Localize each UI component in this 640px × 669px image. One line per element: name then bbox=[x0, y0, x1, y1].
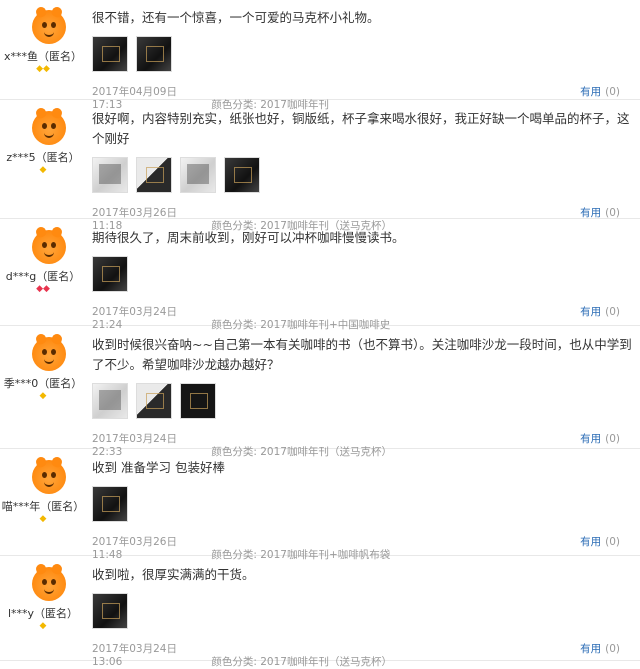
reviewer: d***g（匿名） ◆◆ bbox=[0, 224, 86, 304]
reviewer: l***y（匿名） ◆ bbox=[0, 561, 86, 641]
review-item: d***g（匿名） ◆◆ 期待很久了，周末前收到，刚好可以冲杯咖啡慢慢读书。 2… bbox=[0, 220, 640, 331]
helpful-label: 有用 bbox=[580, 306, 602, 318]
review-photo-thumbnail[interactable] bbox=[136, 383, 172, 419]
reputation-gem-icon: ◆ bbox=[39, 621, 47, 631]
reviewer-name: 季***0（匿名） bbox=[3, 377, 83, 390]
review-photos bbox=[92, 383, 224, 421]
reviewer: x***鱼（匿名） ◆◆ bbox=[0, 4, 86, 84]
reviewer: 季***0（匿名） ◆ bbox=[0, 331, 86, 411]
review-photo-thumbnail[interactable] bbox=[180, 383, 216, 419]
reviewer: z***5（匿名） ◆ bbox=[0, 105, 86, 185]
reviewer-name: d***g（匿名） bbox=[5, 270, 81, 283]
helpful-button[interactable]: 有用 (0) bbox=[580, 205, 620, 220]
review-date: 2017年03月24日 13:06 bbox=[92, 643, 177, 668]
review-text: 收到时候很兴奋呐~~自己第一本有关咖啡的书（也不算书）。关注咖啡沙龙一段时间，也… bbox=[92, 337, 632, 372]
review-list: x***鱼（匿名） ◆◆ 很不错，还有一个惊喜，一个可爱的马克杯小礼物。 201… bbox=[0, 0, 640, 668]
review-item: l***y（匿名） ◆ 收到啦，很厚实满满的干货。 2017年03月24日 13… bbox=[0, 557, 640, 668]
review-text: 很好啊，内容特别充实，纸张也好，铜版纸，杯子拿来喝水很好，我正好缺一个喝单品的杯… bbox=[92, 111, 630, 146]
helpful-count: (0) bbox=[605, 306, 620, 318]
helpful-count: (0) bbox=[605, 86, 620, 98]
reviewer-name: x***鱼（匿名） bbox=[3, 50, 82, 63]
review-meta: 2017年03月24日 13:06 颜色分类: 2017咖啡年刊（送马克杯） bbox=[92, 641, 632, 669]
helpful-count: (0) bbox=[605, 643, 620, 655]
reputation-gem-icon: ◆ bbox=[39, 391, 47, 401]
avatar[interactable] bbox=[32, 455, 66, 494]
review-photos bbox=[92, 486, 136, 524]
helpful-button[interactable]: 有用 (0) bbox=[580, 534, 620, 549]
review-text: 期待很久了，周末前收到，刚好可以冲杯咖啡慢慢读书。 bbox=[92, 230, 405, 245]
review-text: 很不错，还有一个惊喜，一个可爱的马克杯小礼物。 bbox=[92, 10, 380, 25]
review-photo-thumbnail[interactable] bbox=[92, 486, 128, 522]
review-photos bbox=[92, 157, 268, 195]
helpful-button[interactable]: 有用 (0) bbox=[580, 84, 620, 99]
review-photo-thumbnail[interactable] bbox=[92, 256, 128, 292]
helpful-count: (0) bbox=[605, 536, 620, 548]
color-category-value: 2017咖啡年刊（送马克杯） bbox=[260, 656, 392, 668]
review-photo-thumbnail[interactable] bbox=[136, 157, 172, 193]
review-photo-thumbnail[interactable] bbox=[180, 157, 216, 193]
reviewer-name: l***y（匿名） bbox=[7, 607, 79, 620]
helpful-button[interactable]: 有用 (0) bbox=[580, 431, 620, 446]
reputation-gem-icon: ◆ bbox=[39, 165, 47, 175]
review-photo-thumbnail[interactable] bbox=[92, 157, 128, 193]
reviewer-name: z***5（匿名） bbox=[6, 151, 80, 164]
review-item: z***5（匿名） ◆ 很好啊，内容特别充实，纸张也好，铜版纸，杯子拿来喝水很好… bbox=[0, 101, 640, 232]
avatar[interactable] bbox=[32, 5, 66, 44]
review-photo-thumbnail[interactable] bbox=[92, 36, 128, 72]
review-photo-thumbnail[interactable] bbox=[92, 593, 128, 629]
review-photos bbox=[92, 256, 136, 294]
helpful-label: 有用 bbox=[580, 643, 602, 655]
review-item: x***鱼（匿名） ◆◆ 很不错，还有一个惊喜，一个可爱的马克杯小礼物。 201… bbox=[0, 0, 640, 111]
avatar[interactable] bbox=[32, 332, 66, 371]
avatar[interactable] bbox=[32, 225, 66, 264]
review-photos bbox=[92, 593, 136, 631]
reviewer-name: 喵***年（匿名） bbox=[1, 500, 85, 513]
review-item: 喵***年（匿名） ◆ 收到 准备学习 包装好棒 2017年03月26日 11:… bbox=[0, 450, 640, 561]
review-photo-thumbnail[interactable] bbox=[136, 36, 172, 72]
review-photo-thumbnail[interactable] bbox=[92, 383, 128, 419]
color-category-label: 颜色分类: bbox=[211, 656, 257, 668]
helpful-count: (0) bbox=[605, 207, 620, 219]
avatar[interactable] bbox=[32, 562, 66, 601]
helpful-label: 有用 bbox=[580, 433, 602, 445]
helpful-label: 有用 bbox=[580, 86, 602, 98]
helpful-count: (0) bbox=[605, 433, 620, 445]
reputation-gem-icon: ◆ bbox=[39, 514, 47, 524]
helpful-label: 有用 bbox=[580, 536, 602, 548]
review-text: 收到 准备学习 包装好棒 bbox=[92, 460, 225, 475]
review-photo-thumbnail[interactable] bbox=[224, 157, 260, 193]
review-text: 收到啦，很厚实满满的干货。 bbox=[92, 567, 255, 582]
review-photos bbox=[92, 36, 180, 74]
avatar[interactable] bbox=[32, 106, 66, 145]
helpful-button[interactable]: 有用 (0) bbox=[580, 304, 620, 319]
helpful-label: 有用 bbox=[580, 207, 602, 219]
reputation-gem-icon: ◆◆ bbox=[36, 284, 50, 294]
review-item: 季***0（匿名） ◆ 收到时候很兴奋呐~~自己第一本有关咖啡的书（也不算书）。… bbox=[0, 327, 640, 458]
helpful-button[interactable]: 有用 (0) bbox=[580, 641, 620, 656]
reviewer: 喵***年（匿名） ◆ bbox=[0, 454, 86, 534]
reputation-gem-icon: ◆◆ bbox=[36, 64, 50, 74]
